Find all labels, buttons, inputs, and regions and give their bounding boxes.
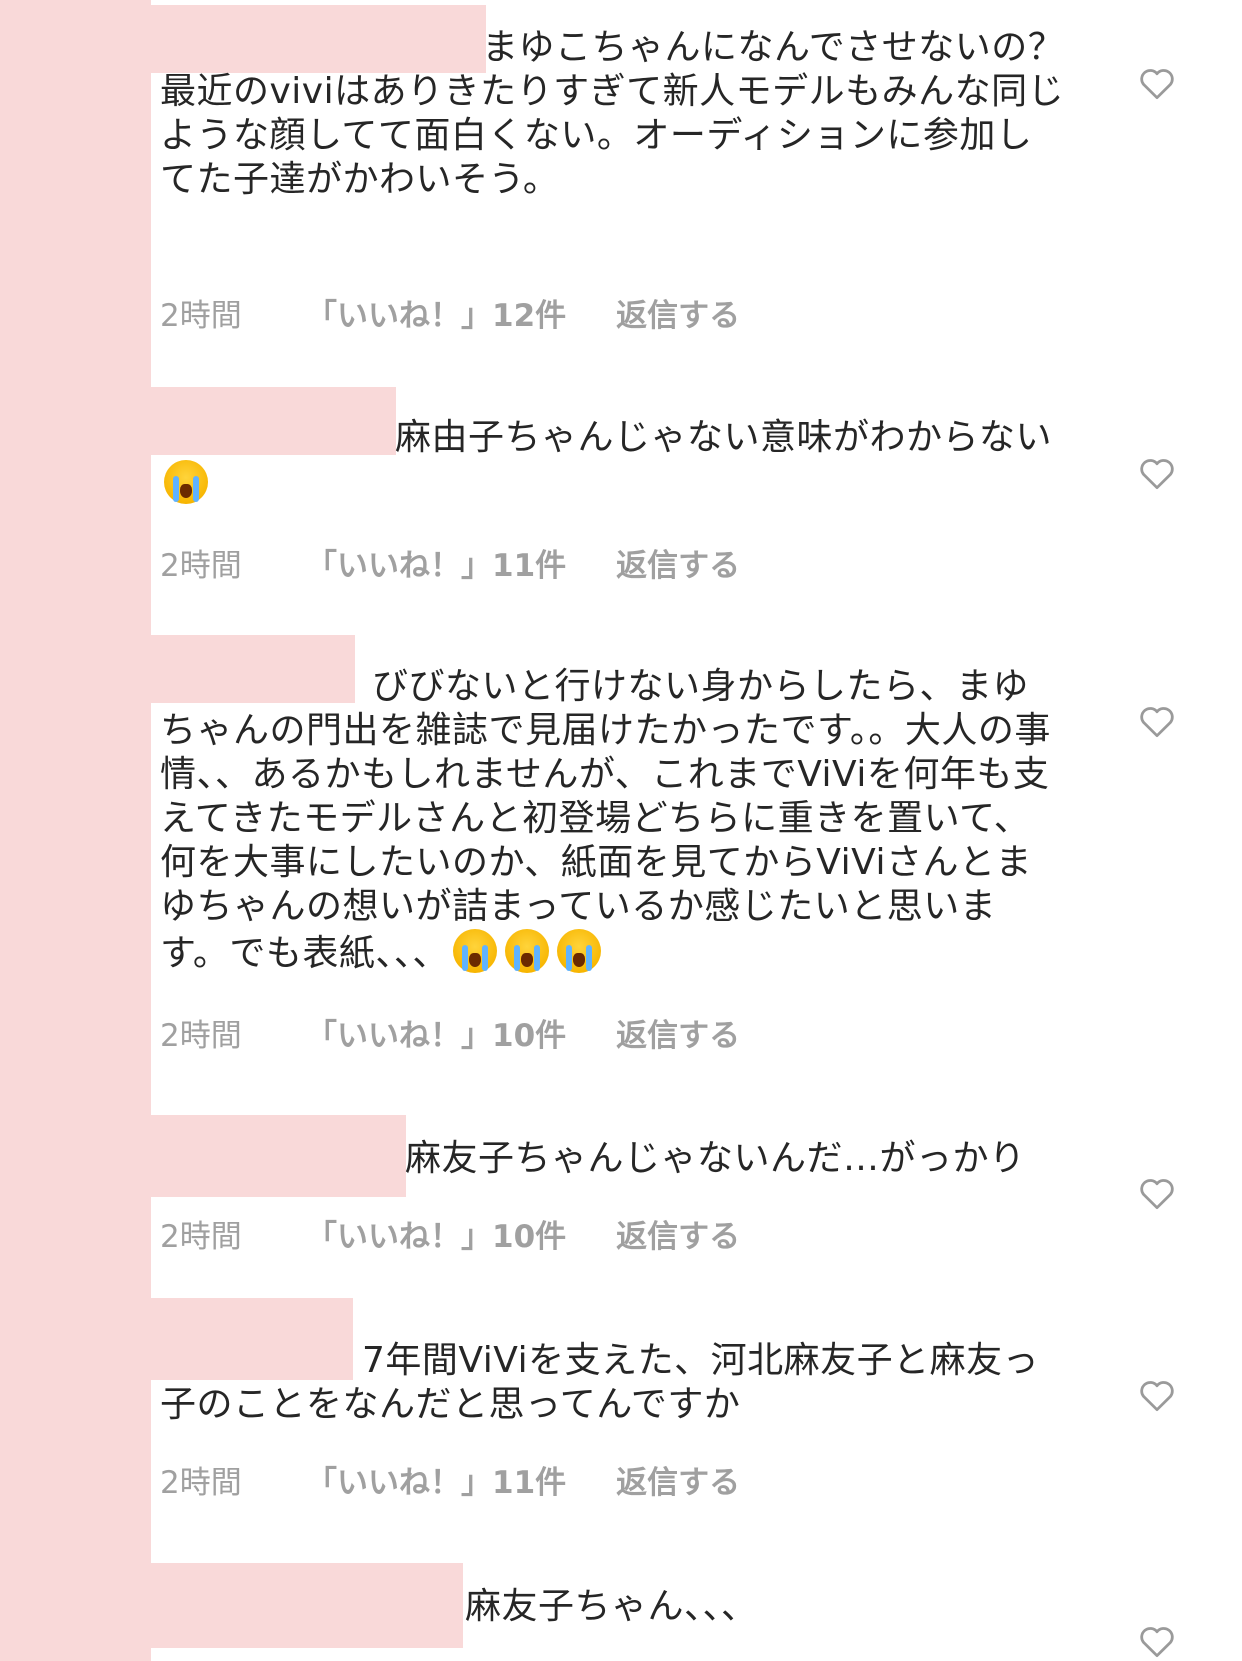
heart-outline-icon[interactable]: [1138, 704, 1176, 738]
redaction-mask-avatars: [0, 0, 151, 1661]
crying-face-emoji: [504, 929, 549, 973]
like-count[interactable]: 「いいね！」10件: [306, 1211, 566, 1256]
reply-button[interactable]: 返信する: [616, 540, 740, 585]
comment-text: 7年間ViViを支えた、河北麻友子と麻友っ子のことをなんだと思ってんですか: [160, 1340, 1040, 1425]
comment-text: 麻由子ちゃんじゃない意味がわからない: [395, 417, 1053, 458]
comment-time: 2時間: [160, 1465, 242, 1501]
comment-time: 2時間: [160, 1219, 242, 1255]
comment-4: 麻友子ちゃんじゃないんだ…がっかり: [160, 1137, 1065, 1181]
comment-text: 麻友子ちゃん、、、: [465, 1586, 758, 1627]
comment-time: 2時間: [160, 1018, 242, 1054]
like-count[interactable]: 「いいね！」10件: [306, 1010, 566, 1055]
comment-1: まゆこちゃんになんでさせないの？ 最近のviviはありきたりすぎて新人モデルもみ…: [160, 26, 1065, 202]
comment-meta: 2時間 「いいね！」11件 返信する: [160, 1457, 740, 1502]
comment-meta: 2時間 「いいね！」10件 返信する: [160, 1010, 740, 1055]
reply-button[interactable]: 返信する: [616, 1211, 740, 1256]
comment-3: びびないと行けない身からしたら、まゆちゃんの門出を雑誌で見届けたかったです。。大…: [160, 665, 1065, 976]
comment-meta: 2時間 「いいね！」11件 返信する: [160, 540, 740, 585]
heart-outline-icon[interactable]: [1138, 456, 1176, 490]
heart-outline-icon[interactable]: [1138, 1378, 1176, 1412]
comment-time: 2時間: [160, 298, 242, 334]
reply-button[interactable]: 返信する: [616, 1457, 740, 1502]
comment-meta: 2時間 「いいね！」12件 返信する: [160, 290, 740, 335]
crying-face-emoji: [452, 929, 497, 973]
comment-time: 2時間: [160, 548, 242, 584]
like-count[interactable]: 「いいね！」12件: [306, 290, 566, 335]
like-count[interactable]: 「いいね！」11件: [306, 540, 566, 585]
crying-face-emoji: [556, 929, 601, 973]
heart-outline-icon[interactable]: [1138, 1176, 1176, 1210]
comment-text: びびないと行けない身からしたら、まゆちゃんの門出を雑誌で見届けたかったです。。大…: [160, 666, 1051, 974]
comment-6: 麻友子ちゃん、、、: [160, 1585, 1065, 1629]
comment-text: 麻友子ちゃんじゃないんだ…がっかり: [405, 1138, 1026, 1179]
comment-2: 麻由子ちゃんじゃない意味がわからない: [160, 416, 1065, 507]
heart-outline-icon[interactable]: [1138, 66, 1176, 100]
crying-face-emoji: [164, 460, 208, 504]
comment-5: 7年間ViViを支えた、河北麻友子と麻友っ子のことをなんだと思ってんですか: [160, 1339, 1065, 1427]
reply-button[interactable]: 返信する: [616, 1010, 740, 1055]
like-count[interactable]: 「いいね！」11件: [306, 1457, 566, 1502]
comment-meta: 2時間 「いいね！」10件 返信する: [160, 1211, 740, 1256]
heart-outline-icon[interactable]: [1138, 1624, 1176, 1658]
comment-text: まゆこちゃんになんでさせないの？ 最近のviviはありきたりすぎて新人モデルもみ…: [160, 27, 1065, 200]
reply-button[interactable]: 返信する: [616, 290, 740, 335]
